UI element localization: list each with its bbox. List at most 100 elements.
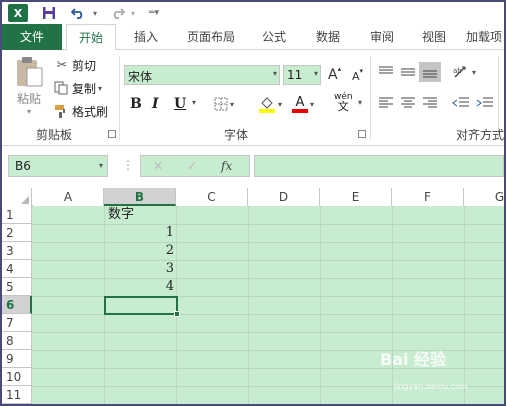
chevron-down-icon: ▾: [98, 161, 103, 170]
font-color-button[interactable]: A ▾: [292, 94, 314, 114]
undo-icon[interactable]: [70, 4, 86, 22]
row-header-10[interactable]: 10: [2, 368, 32, 386]
cancel-icon[interactable]: ✕: [153, 159, 163, 173]
clipboard-group-label: 剪贴板: [36, 128, 73, 142]
tab-addins[interactable]: 加载项: [466, 24, 504, 50]
borders-button[interactable]: ▾: [214, 95, 234, 113]
customize-toolbar-icon[interactable]: ═▾: [148, 4, 160, 22]
phonetic-glyph-char: 文: [337, 100, 349, 113]
decrease-font-button[interactable]: A ▾: [352, 67, 363, 85]
selected-cell-b6[interactable]: [104, 296, 180, 317]
cell-b5[interactable]: 4: [104, 278, 174, 296]
cell-b1[interactable]: 数字: [108, 206, 134, 224]
row-header-5[interactable]: 5: [2, 278, 32, 296]
row-header-11[interactable]: 11: [2, 386, 32, 404]
tab-view[interactable]: 视图: [412, 24, 456, 50]
tab-insert[interactable]: 插入: [124, 24, 168, 50]
column-header-d[interactable]: D: [248, 188, 320, 206]
gridline: [32, 224, 504, 225]
cell-b2[interactable]: 1: [104, 224, 174, 242]
row-header-4[interactable]: 4: [2, 260, 32, 278]
align-center-button[interactable]: [400, 96, 416, 110]
font-size-value: 11: [287, 68, 303, 82]
column-header-g[interactable]: G: [464, 188, 504, 206]
cut-button[interactable]: ✂ 剪切: [54, 56, 96, 74]
column-header-e[interactable]: E: [320, 188, 392, 206]
tab-page-layout[interactable]: 页面布局: [178, 24, 244, 50]
tab-review[interactable]: 审阅: [360, 24, 404, 50]
decrease-indent-button[interactable]: [452, 96, 470, 110]
ribbon: 粘贴 ▾ ✂ 剪切 复制 ▾ 格式刷 剪贴板 宋体 ▾ 11 ▾ A ▴ A ▾…: [2, 50, 504, 146]
gridline: [320, 206, 321, 404]
clipboard-launcher-icon[interactable]: [108, 130, 116, 138]
name-box[interactable]: B6 ▾: [8, 155, 108, 177]
font-launcher-icon[interactable]: [358, 130, 366, 138]
align-middle-button[interactable]: [400, 65, 416, 79]
column-header-f[interactable]: F: [392, 188, 464, 206]
up-caret-icon: ▴: [337, 65, 342, 73]
decrease-font-icon: A: [352, 69, 360, 83]
orientation-button[interactable]: ab ▾: [452, 64, 476, 80]
watermark: Bai 经验: [380, 350, 447, 369]
font-color-swatch: [292, 108, 308, 113]
tab-formulas[interactable]: 公式: [254, 24, 294, 50]
tab-file[interactable]: 文件: [2, 24, 62, 50]
insert-function-icon[interactable]: fx: [221, 159, 232, 173]
bold-button[interactable]: B: [130, 94, 144, 114]
font-size-select[interactable]: 11 ▾: [283, 65, 321, 85]
row-header-2[interactable]: 2: [2, 224, 32, 242]
formula-bar: B6 ▾ ⋮ ✕ ✓ fx: [2, 152, 504, 180]
undo-dropdown-icon[interactable]: ▾: [90, 4, 100, 22]
row-header-7[interactable]: 7: [2, 314, 32, 332]
row-header-8[interactable]: 8: [2, 332, 32, 350]
paste-label: 粘贴: [16, 92, 41, 106]
enter-icon[interactable]: ✓: [187, 159, 197, 173]
redo-dropdown-icon[interactable]: ▾: [128, 4, 138, 22]
increase-indent-button[interactable]: [476, 96, 494, 110]
redo-icon[interactable]: [110, 4, 126, 22]
gridline: [32, 260, 504, 261]
italic-button[interactable]: I: [152, 94, 166, 114]
tab-home[interactable]: 开始: [66, 24, 116, 51]
column-header-c[interactable]: C: [176, 188, 248, 206]
copy-dropdown-icon: ▾: [98, 83, 103, 93]
row-header-9[interactable]: 9: [2, 350, 32, 368]
font-name-select[interactable]: 宋体 ▾: [124, 65, 280, 85]
align-top-button[interactable]: [378, 65, 394, 79]
font-color-icon: A: [295, 94, 305, 110]
paste-button[interactable]: 粘贴 ▾: [10, 56, 48, 116]
align-right-button[interactable]: [422, 96, 438, 110]
gridline: [464, 206, 465, 404]
underline-button[interactable]: U: [174, 94, 188, 114]
worksheet-grid[interactable]: A B C D E F G 1 2 3 4 5 6 7 8 9 10 11 数字…: [2, 188, 504, 404]
select-all-button[interactable]: [2, 188, 32, 206]
align-left-button[interactable]: [378, 96, 394, 110]
cell-b3[interactable]: 2: [104, 242, 174, 260]
row-header-1[interactable]: 1: [2, 206, 32, 224]
formula-buttons: ✕ ✓ fx: [140, 155, 250, 177]
copy-button[interactable]: 复制 ▾: [54, 79, 102, 97]
tab-data[interactable]: 数据: [306, 24, 350, 50]
row-header-6[interactable]: 6: [2, 296, 32, 314]
excel-window: X ▾ ▾ ═▾ 文件 开始 插入 页面布局 公式 数据 审阅 视图 加载项 粘…: [2, 2, 504, 404]
copy-label: 复制: [72, 81, 97, 96]
format-painter-button[interactable]: 格式刷: [54, 102, 108, 120]
cell-b4[interactable]: 3: [104, 260, 174, 278]
increase-font-icon: A: [328, 67, 338, 83]
phonetic-guide-button[interactable]: wén 文: [334, 92, 353, 114]
gridline: [32, 314, 504, 315]
formula-bar-grip-icon[interactable]: ⋮: [122, 158, 134, 172]
increase-font-button[interactable]: A ▴: [328, 65, 341, 85]
row-header-3[interactable]: 3: [2, 242, 32, 260]
fill-handle[interactable]: [174, 311, 180, 317]
column-header-a[interactable]: A: [33, 188, 104, 206]
title-bar: X ▾ ▾ ═▾: [2, 2, 504, 24]
align-bottom-button[interactable]: [419, 62, 441, 82]
phonetic-dropdown-icon[interactable]: ▾: [358, 98, 362, 107]
fill-color-button[interactable]: ▾: [258, 94, 282, 114]
cut-label: 剪切: [72, 58, 97, 73]
formula-input[interactable]: [254, 155, 504, 177]
save-icon[interactable]: [40, 4, 58, 22]
column-header-b[interactable]: B: [104, 188, 176, 206]
underline-dropdown-icon[interactable]: ▾: [192, 98, 196, 107]
